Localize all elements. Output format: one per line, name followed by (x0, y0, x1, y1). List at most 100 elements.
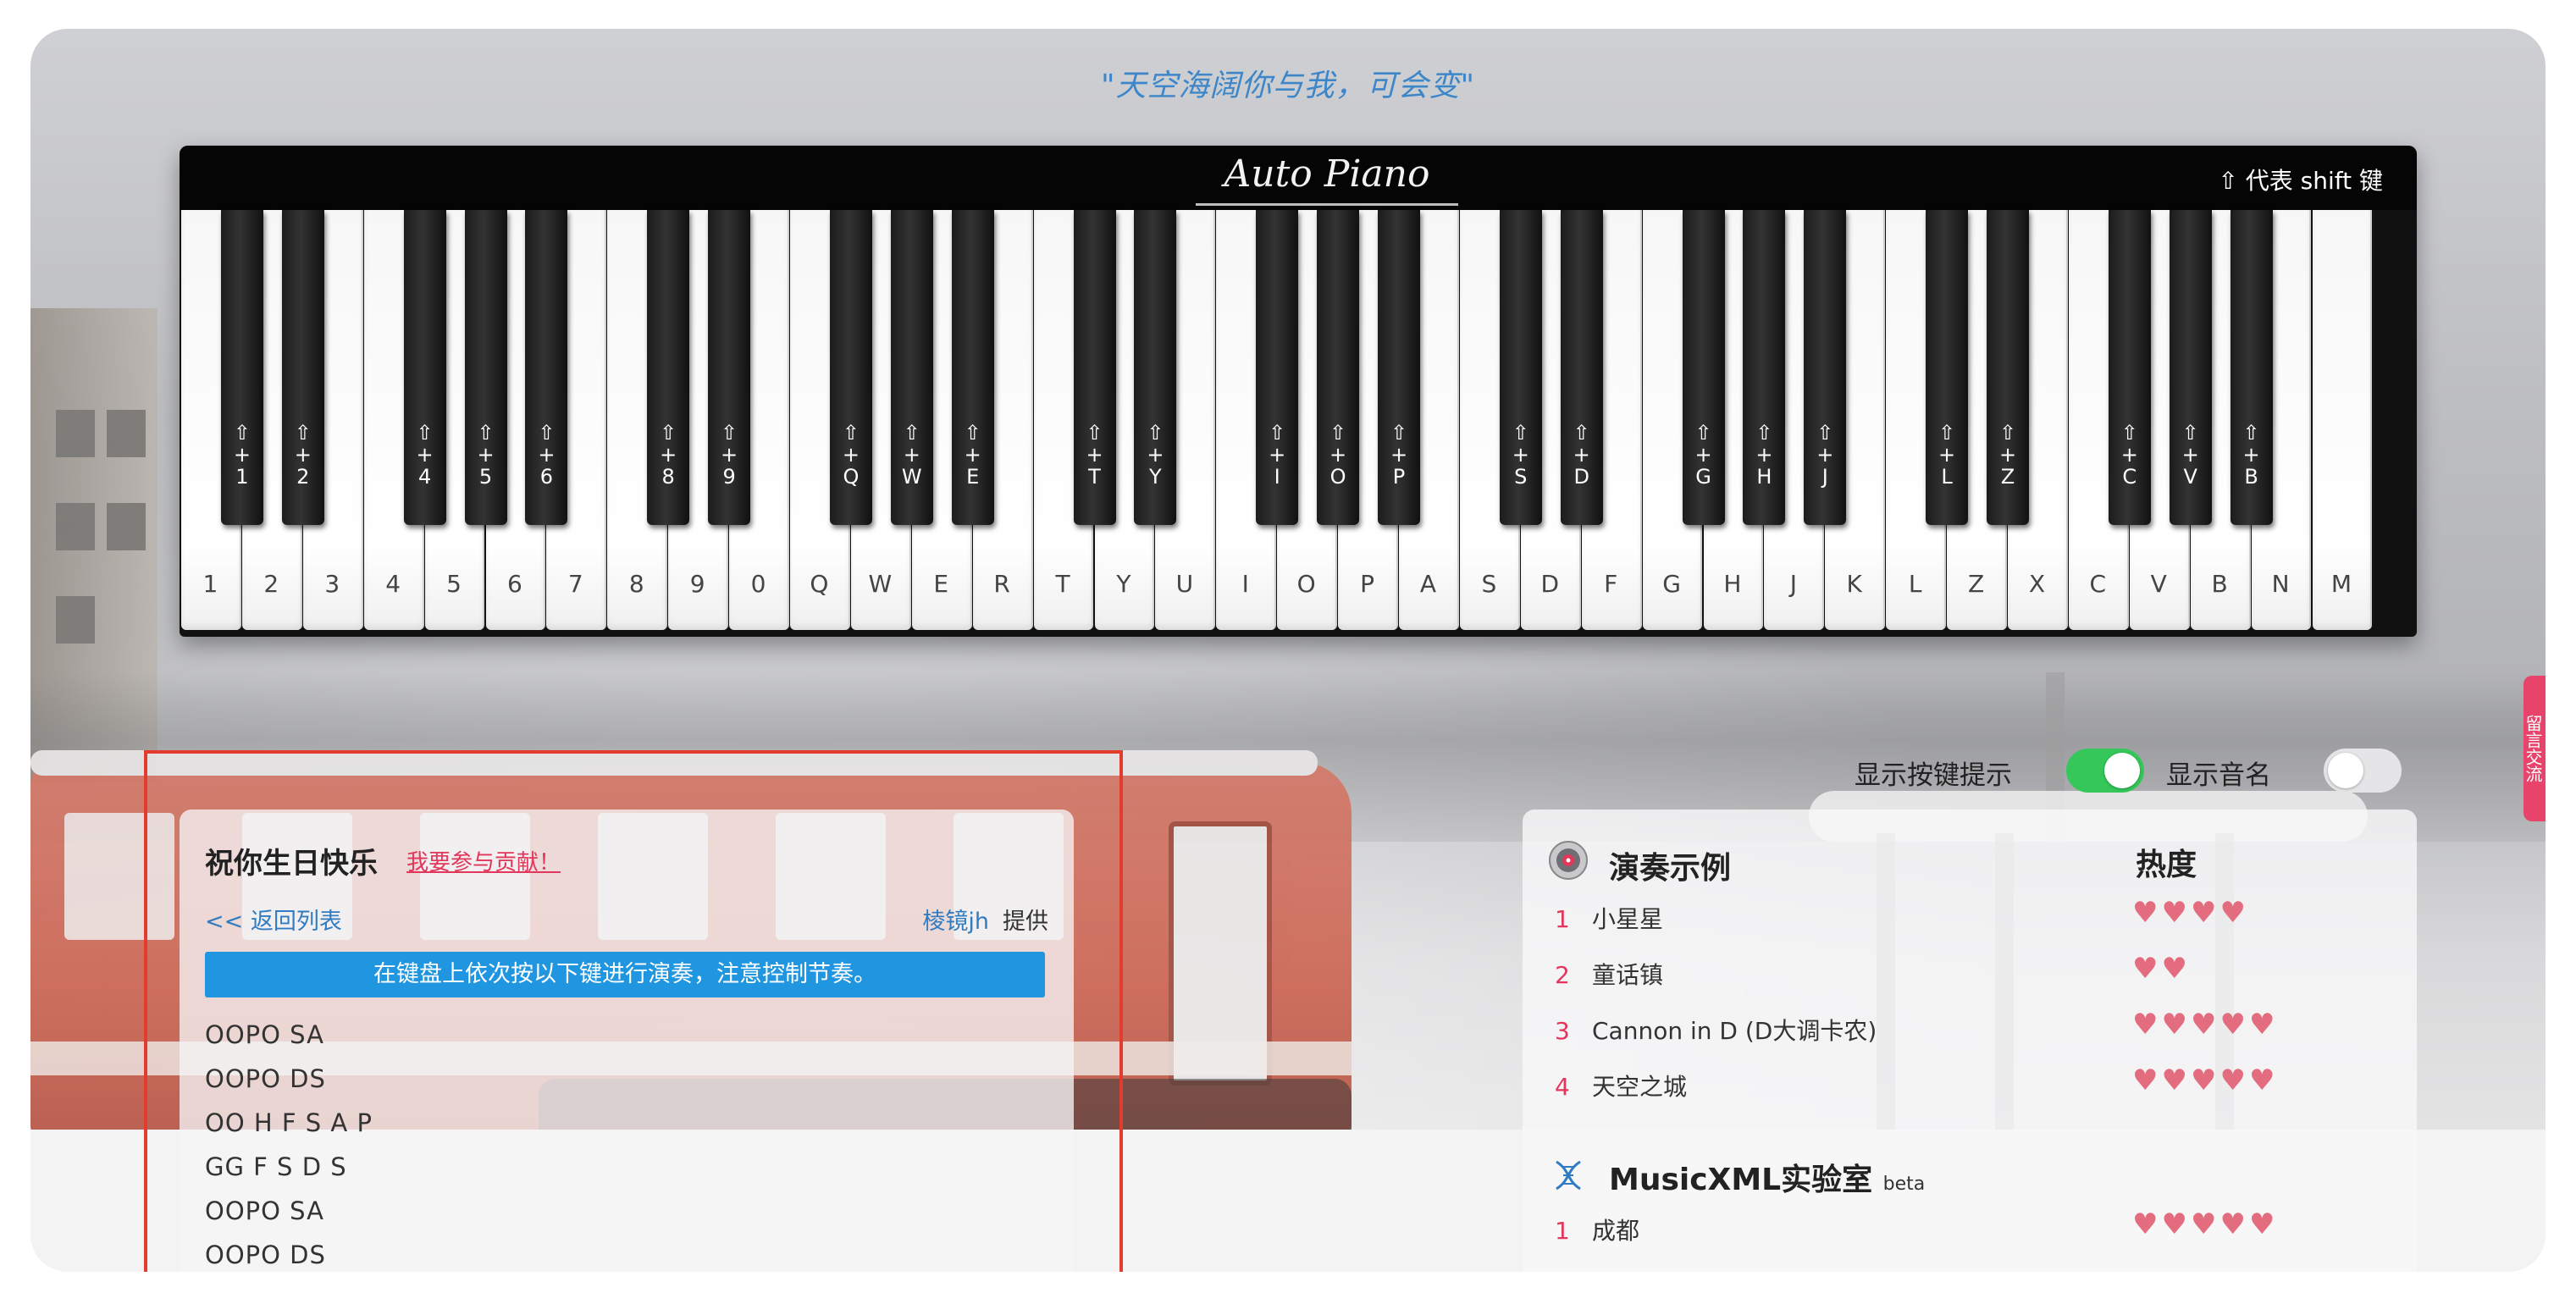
heart-icon: ♥ (2132, 952, 2162, 986)
example-item[interactable]: 2 童话镇 (1555, 957, 1663, 994)
heart-icon: ♥ (2132, 1008, 2162, 1042)
piano-black-key[interactable]: ⇧ + 4 (403, 210, 446, 525)
key-label: 3 (324, 570, 340, 598)
key-label: A (1419, 570, 1437, 598)
piano-black-key[interactable]: ⇧ + G (1682, 210, 1725, 525)
show-notes-label: 显示音名 (2166, 760, 2271, 791)
key-label: H (1723, 570, 1742, 598)
key-label: K (1846, 570, 1862, 598)
piano-black-key[interactable]: ⇧ + C (2108, 210, 2151, 525)
key-label: J (1789, 570, 1797, 598)
key-label: 6 (507, 570, 522, 598)
item-name: 童话镇 (1592, 961, 1664, 989)
key-label: ⇧ + 2 (294, 421, 312, 489)
piano-black-key[interactable]: ⇧ + E (951, 210, 994, 525)
key-label: G (1662, 570, 1681, 598)
heart-icon: ♥ (2161, 1008, 2191, 1042)
heart-icon: ♥ (2190, 896, 2220, 930)
heart-icon: ♥ (2132, 896, 2162, 930)
piano-black-key[interactable]: ⇧ + S (1499, 210, 1542, 525)
piano-black-key[interactable]: ⇧ + 1 (220, 210, 263, 525)
piano-black-key[interactable]: ⇧ + Q (829, 210, 872, 525)
key-label: E (933, 570, 949, 598)
piano-keyboard: Auto Piano ⇧ 代表 shift 键 1 2 3 4 5 6 7 8 9 0 Q W E R T Y… (180, 146, 2417, 637)
key-label: ⇧ + 6 (538, 421, 556, 489)
item-index: 1 (1555, 905, 1570, 933)
key-label: D (1540, 570, 1560, 598)
heat-rating: ♥♥♥♥♥ (2132, 1008, 2278, 1042)
piano-black-key[interactable]: ⇧ + Z (1987, 210, 2029, 525)
heart-icon: ♥ (2248, 1207, 2279, 1241)
toggle-knob (2104, 753, 2140, 788)
heat-column-title: 热度 (2136, 848, 2197, 882)
piano-black-key[interactable]: ⇧ + 2 (281, 210, 324, 525)
key-label: 9 (689, 570, 705, 598)
key-label: T (1055, 570, 1070, 598)
vinyl-record-icon (1549, 841, 1588, 880)
key-label: W (868, 570, 893, 598)
heart-icon: ♥ (2161, 896, 2191, 930)
piano-black-key[interactable]: ⇧ + O (1317, 210, 1360, 525)
piano-black-key[interactable]: ⇧ + 6 (525, 210, 568, 525)
selection-highlight-box (144, 750, 1123, 1272)
key-label: ⇧ + D (1573, 421, 1590, 489)
piano-black-key[interactable]: ⇧ + P (1378, 210, 1420, 525)
key-label: ⇧ + I (1269, 421, 1286, 489)
key-label: Y (1116, 570, 1131, 598)
key-label: X (2028, 570, 2046, 598)
feedback-side-tab[interactable]: 留言交流 (2523, 676, 2546, 821)
heat-rating: ♥♥♥♥♥ (2132, 1207, 2278, 1241)
piano-black-key[interactable]: ⇧ + Y (1134, 210, 1177, 525)
piano-black-key[interactable]: ⇧ + 9 (708, 210, 751, 525)
examples-panel: 演奏示例 热度 1 小星星 ♥♥♥♥ 2 童话镇 ♥♥ 3 Cannon in D (D大调卡… (1523, 809, 2417, 1272)
piano-black-key[interactable]: ⇧ + B (2230, 210, 2273, 525)
key-label: I (1241, 570, 1249, 598)
piano-black-key[interactable]: ⇧ + L (1926, 210, 1969, 525)
piano-black-key[interactable]: ⇧ + H (1743, 210, 1786, 525)
key-label: ⇧ + B (2242, 421, 2260, 489)
quote-text: "天空海阔你与我，可会变" (1100, 69, 1476, 103)
example-item[interactable]: 4 天空之城 (1555, 1069, 1687, 1106)
key-label: 7 (567, 570, 583, 598)
show-notes-toggle[interactable] (2324, 749, 2402, 793)
key-label: ⇧ + E (964, 421, 981, 489)
piano-black-key[interactable]: ⇧ + 8 (647, 210, 690, 525)
key-label: ⇧ + C (2120, 421, 2138, 489)
item-index: 2 (1555, 961, 1570, 989)
heat-rating: ♥♥♥♥♥ (2132, 1064, 2278, 1097)
show-keys-toggle[interactable] (2066, 749, 2144, 793)
example-item[interactable]: 1 小星星 (1555, 901, 1663, 938)
piano-black-key[interactable]: ⇧ + J (1804, 210, 1847, 525)
key-label: U (1175, 570, 1194, 598)
piano-black-key[interactable]: ⇧ + V (2169, 210, 2212, 525)
piano-black-key[interactable]: ⇧ + T (1073, 210, 1116, 525)
piano-black-key[interactable]: ⇧ + D (1560, 210, 1603, 525)
heart-icon: ♥ (2190, 1008, 2220, 1042)
key-label: ⇧ + H (1755, 421, 1773, 489)
key-label: Z (1967, 570, 1985, 598)
key-label: ⇧ + 5 (477, 421, 495, 489)
key-label: ⇧ + 4 (416, 421, 434, 489)
shift-hint-text: ⇧ 代表 shift 键 (2218, 167, 2383, 195)
key-label: S (1481, 570, 1497, 598)
piano-black-key[interactable]: ⇧ + W (890, 210, 933, 525)
key-label: 5 (446, 570, 462, 598)
musicxml-lab-title: MusicXML实验室 beta (1609, 1155, 1925, 1199)
key-label: ⇧ + L (1938, 421, 1956, 489)
example-item[interactable]: 3 Cannon in D (D大调卡农) (1555, 1013, 1877, 1050)
key-label: B (2211, 570, 2228, 598)
heart-icon: ♥ (2248, 1064, 2279, 1097)
piano-keys: 1 2 3 4 5 6 7 8 9 0 Q W E R T Y U I O P A S D F G H J K L Z X C V B N M ⇧ + … (180, 210, 2417, 633)
heart-icon: ♥ (2161, 952, 2191, 986)
example-item[interactable]: 1 成都 (1555, 1213, 1639, 1250)
piano-black-key[interactable]: ⇧ + 5 (464, 210, 507, 525)
heart-icon: ♥ (2161, 1064, 2191, 1097)
piano-black-key[interactable]: ⇧ + I (1256, 210, 1299, 525)
item-name: Cannon in D (D大调卡农) (1592, 1017, 1877, 1045)
key-label: C (2089, 570, 2107, 598)
key-label: ⇧ + Y (1147, 421, 1164, 489)
piano-white-key[interactable]: M (2312, 210, 2373, 630)
key-label: 8 (628, 570, 644, 598)
item-index: 3 (1555, 1017, 1570, 1045)
key-label: M (2330, 570, 2352, 598)
